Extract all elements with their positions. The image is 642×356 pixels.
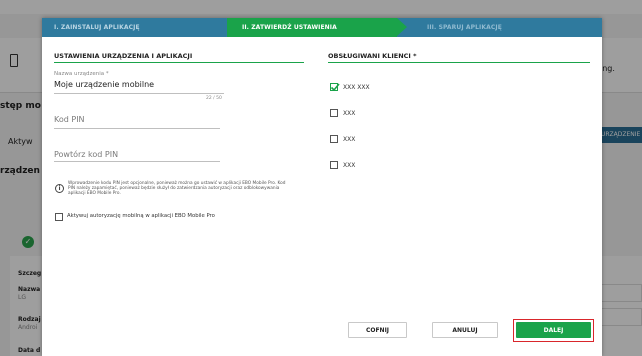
client-checkbox[interactable]	[330, 161, 338, 169]
activate-mobile-auth-checkbox[interactable]	[55, 213, 63, 221]
device-settings-title: USTAWIENIA URZĄDZENIA I APLIKACJI	[54, 52, 193, 60]
next-button-highlight	[513, 319, 594, 342]
client-checkbox[interactable]	[330, 109, 338, 117]
step-active-arrow	[397, 18, 407, 36]
client-checkbox[interactable]	[330, 83, 340, 92]
client-label: XXX XXX	[343, 84, 370, 91]
pin-repeat-input[interactable]: Powtórz kod PIN	[54, 150, 118, 159]
client-label: XXX	[343, 110, 356, 117]
setup-modal: I. ZAINSTALUJ APLIKACJĘ II. ZATWIERDŹ US…	[42, 18, 602, 356]
info-icon: i	[55, 184, 64, 193]
client-label: XXX	[343, 136, 356, 143]
clients-divider	[328, 62, 590, 63]
device-settings-divider	[54, 62, 304, 63]
back-button[interactable]: COFNIJ	[348, 322, 407, 338]
pin-repeat-underline	[54, 161, 220, 162]
step-install-app: I. ZAINSTALUJ APLIKACJĘ	[54, 24, 140, 31]
device-name-label: Nazwa urządzenia *	[54, 71, 109, 77]
pin-underline	[54, 128, 220, 129]
pin-input[interactable]: Kod PIN	[54, 115, 85, 124]
activate-mobile-auth-label: Aktywuj autoryzację mobilną w aplikacji …	[67, 213, 215, 219]
cancel-button[interactable]: ANULUJ	[432, 322, 498, 338]
device-name-input[interactable]: Moje urządzenie mobilne	[54, 80, 154, 89]
checkmark-icon	[330, 83, 340, 92]
device-name-counter: 22 / 50	[206, 96, 222, 101]
client-checkbox[interactable]	[330, 135, 338, 143]
client-label: XXX	[343, 162, 356, 169]
clients-title: OBSŁUGIWANI KLIENCI *	[328, 52, 417, 60]
device-name-underline	[54, 93, 224, 94]
stepper: I. ZAINSTALUJ APLIKACJĘ II. ZATWIERDŹ US…	[42, 18, 602, 37]
pin-info-text: Wprowadzenie kodu PIN jest opcjonalne, p…	[68, 181, 286, 196]
step-pair-app: III. SPARUJ APLIKACJĘ	[427, 24, 502, 31]
step-confirm-settings: II. ZATWIERDŹ USTAWIENIA	[242, 24, 337, 31]
